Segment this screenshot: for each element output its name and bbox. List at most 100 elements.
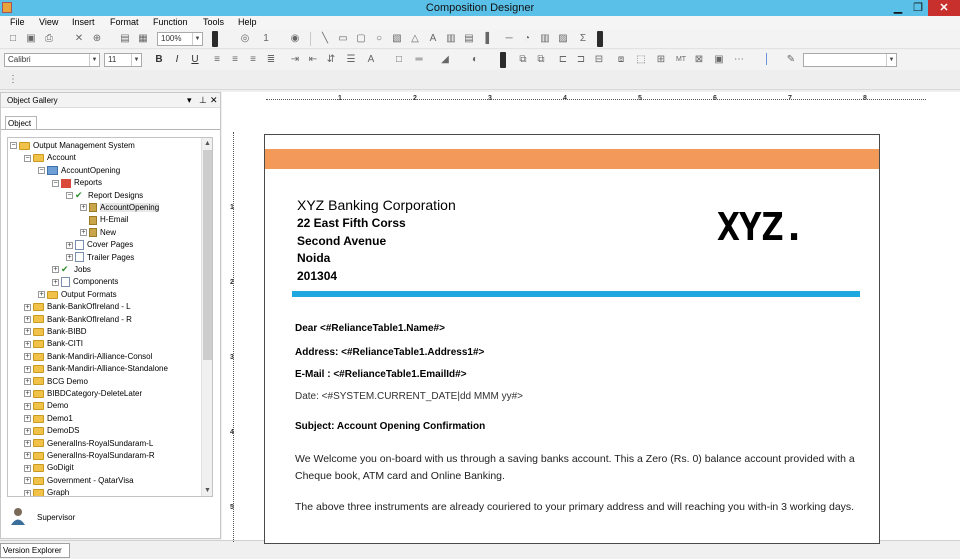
minimize-button[interactable]: ▁ (888, 0, 908, 16)
collapse-icon[interactable]: − (38, 167, 45, 175)
bring-front-icon[interactable]: ⧈ (616, 54, 626, 65)
expand-icon[interactable]: + (24, 365, 31, 373)
address-field[interactable]: Address: <#RelianceTable1.Address1#> (295, 347, 484, 358)
triangle-tool-icon[interactable]: △ (410, 33, 420, 44)
mt-icon[interactable]: MT (674, 54, 688, 65)
subject-line[interactable]: Subject: Account Opening Confirmation (295, 421, 485, 432)
menu-function[interactable]: Function (153, 17, 188, 27)
menu-file[interactable]: File (10, 17, 25, 27)
rounded-rect-icon[interactable]: ▢ (356, 33, 366, 44)
font-select[interactable]: Calibri ▼ (4, 53, 100, 67)
restore-button[interactable]: ❐ (908, 0, 928, 16)
font-color-icon[interactable]: A (366, 54, 376, 65)
tab-object[interactable]: Object (5, 116, 37, 130)
bold-icon[interactable]: B (154, 54, 164, 65)
tree-item[interactable]: + ✔ Jobs (52, 264, 91, 276)
scroll-up-icon[interactable]: ▲ (202, 138, 212, 149)
tree-item[interactable]: + Trailer Pages (66, 252, 134, 264)
tree-item[interactable]: − AccountOpening (38, 165, 120, 177)
expand-icon[interactable]: + (38, 291, 45, 299)
indent-icon[interactable]: ⇥ (290, 54, 300, 65)
object-tree[interactable]: − Output Management System − Account − Accoun… (7, 137, 213, 497)
italic-icon[interactable]: I (172, 54, 182, 65)
frame-tool-icon[interactable]: ▤ (464, 33, 474, 44)
record-icon[interactable]: ◉ (290, 33, 300, 44)
tree-item[interactable]: + Bank-Mandiri-Alliance-Standalone (24, 363, 168, 375)
tree-item[interactable]: + Graph (24, 487, 69, 496)
align-center-icon[interactable]: ≡ (230, 54, 240, 65)
menu-tools[interactable]: Tools (203, 17, 224, 27)
toolbar-grip[interactable] (500, 52, 506, 68)
group-icon[interactable]: ⊞ (656, 54, 666, 65)
tree-item[interactable]: + BIBDCategory-DeleteLater (24, 388, 142, 400)
add-icon[interactable]: ⊕ (92, 33, 102, 44)
tree-item[interactable]: H-Email (80, 214, 128, 226)
pen-icon[interactable]: ✎ (786, 54, 796, 65)
tree-item[interactable]: − Account (24, 152, 76, 164)
distribute-icon[interactable]: ⊐ (576, 54, 586, 65)
expand-icon[interactable]: + (80, 204, 87, 212)
expand-icon[interactable]: + (52, 278, 59, 286)
collapse-icon[interactable]: − (10, 142, 17, 150)
paste-format-icon[interactable]: ⧉ (536, 54, 546, 65)
snap-icon[interactable]: ⋯ (734, 54, 744, 65)
new-icon[interactable]: □ (8, 33, 18, 44)
align-right-icon[interactable]: ≡ (248, 54, 258, 65)
expand-icon[interactable]: + (24, 340, 31, 348)
fill-color-icon[interactable]: ◢ (440, 54, 450, 65)
tree-item[interactable]: + GeneralIns-RoyalSundaram-R (24, 450, 155, 462)
tree-item[interactable]: + New (80, 227, 116, 239)
divider-line[interactable] (292, 291, 860, 297)
tree-item[interactable]: + Bank-BankOfIreland - L (24, 301, 131, 313)
tree-item[interactable]: + DemoDS (24, 425, 79, 437)
address-line-1[interactable]: 22 East Fifth Corss (297, 216, 406, 230)
email-field[interactable]: E-Mail : <#RelianceTable1.EmailId#> (295, 369, 467, 380)
copy-format-icon[interactable]: ⧉ (518, 54, 528, 65)
barcode-tool-icon[interactable]: ▌ (484, 33, 494, 44)
toolbar-grip[interactable] (597, 31, 603, 47)
header-band[interactable] (265, 149, 879, 169)
rectangle-tool-icon[interactable]: ▭ (338, 33, 348, 44)
delete-icon[interactable]: ✕ (74, 33, 84, 44)
tree-scrollbar[interactable]: ▲ ▼ (201, 138, 212, 496)
image-tool-icon[interactable]: ▧ (392, 33, 402, 44)
expand-icon[interactable]: + (24, 353, 31, 361)
address-line-4[interactable]: 201304 (297, 269, 337, 283)
shadow-icon[interactable]: ◐ (470, 54, 480, 65)
align-left-icon[interactable]: ≡ (212, 54, 222, 65)
tree-item[interactable]: + Components (52, 276, 118, 288)
align-objects-icon[interactable]: ⊏ (558, 54, 568, 65)
tree-item[interactable]: − ✔ Report Designs (66, 190, 143, 202)
collapse-icon[interactable]: − (24, 154, 31, 162)
body-paragraph-2[interactable]: The above three instruments are already … (295, 499, 855, 516)
design-canvas[interactable]: 12345678 12345 XYZ Banking Corporation 2… (222, 92, 960, 544)
text-tool-icon[interactable]: A (428, 33, 438, 44)
line-style-icon[interactable]: ═ (414, 54, 424, 65)
company-name[interactable]: XYZ Banking Corporation (297, 197, 456, 213)
zoom-select[interactable]: 100% ▼ (157, 32, 203, 46)
underline-icon[interactable]: U (190, 54, 200, 65)
menu-help[interactable]: Help (238, 17, 257, 27)
expand-icon[interactable]: + (24, 464, 31, 472)
print-icon[interactable]: ⎙ (44, 33, 54, 44)
tree-item[interactable]: + Bank-BIBD (24, 326, 87, 338)
ungroup-icon[interactable]: ⊠ (694, 54, 704, 65)
tree-item[interactable]: + Bank-Mandiri-Alliance-Consol (24, 351, 152, 363)
toolbar-grip[interactable] (212, 31, 218, 47)
scroll-thumb[interactable] (203, 150, 212, 360)
grid-icon[interactable]: ▦ (138, 33, 148, 44)
tree-item[interactable]: − Output Management System (10, 140, 135, 152)
pie-chart-icon[interactable]: ◔ (522, 33, 532, 44)
tree-item[interactable]: + BCG Demo (24, 376, 88, 388)
expand-icon[interactable]: + (24, 477, 31, 485)
save-icon[interactable]: ▣ (26, 33, 36, 44)
collapse-icon[interactable]: − (66, 191, 73, 199)
expand-icon[interactable]: + (24, 328, 31, 336)
outdent-icon[interactable]: ⇤ (308, 54, 318, 65)
address-line-2[interactable]: Second Avenue (297, 234, 386, 248)
expand-icon[interactable]: + (80, 229, 87, 237)
expand-icon[interactable]: + (24, 377, 31, 385)
line-spacing-icon[interactable]: ☰ (346, 54, 356, 65)
expand-icon[interactable]: + (66, 253, 73, 261)
center-objects-icon[interactable]: ⊟ (594, 54, 604, 65)
